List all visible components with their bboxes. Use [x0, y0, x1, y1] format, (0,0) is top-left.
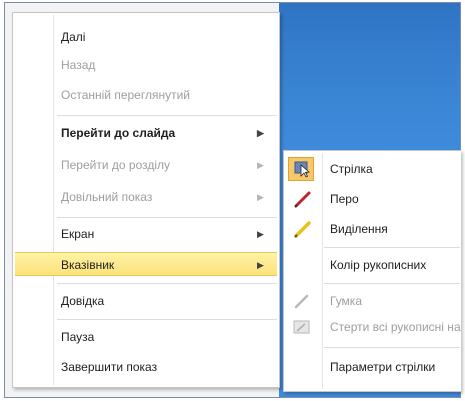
submenu-item-arrow-options[interactable]: Параметри стрілки [284, 355, 460, 379]
menu-item-help[interactable]: Довідка [13, 289, 279, 313]
pen-icon [294, 191, 311, 208]
menu-item-help-label: Довідка [61, 294, 105, 308]
menu-item-pointer-label: Вказівник [61, 258, 115, 272]
menu-separator [324, 347, 460, 348]
menu-item-previous[interactable]: Назад [13, 53, 279, 77]
menu-separator [57, 115, 277, 116]
chevron-right-icon: ▶ [257, 128, 264, 138]
pointer-submenu: Стрілка Перо Виділення Колір рукописних … [283, 150, 461, 392]
chevron-right-icon: ▶ [257, 192, 264, 202]
menu-item-previous-label: Назад [61, 58, 96, 72]
slide-background [279, 3, 460, 151]
menu-item-last-viewed[interactable]: Останній переглянутий [13, 83, 279, 107]
submenu-item-highlighter[interactable]: Виділення [284, 217, 460, 241]
submenu-item-ink-color[interactable]: Колір рукописних [284, 253, 460, 277]
chevron-right-icon: ▶ [257, 229, 264, 239]
submenu-item-erase-all-label: Стерти всі рукописні на [330, 320, 461, 334]
menu-separator [57, 319, 277, 320]
submenu-item-eraser[interactable]: Гумка [284, 289, 460, 313]
submenu-item-pen-label: Перо [330, 192, 359, 206]
submenu-item-eraser-label: Гумка [330, 294, 362, 308]
menu-item-pause[interactable]: Пауза [13, 325, 279, 349]
menu-item-custom-show[interactable]: Довільний показ ▶ [13, 185, 279, 209]
menu-item-go-to-slide[interactable]: Перейти до слайда ▶ [13, 121, 279, 145]
menu-item-custom-show-label: Довільний показ [61, 190, 153, 204]
menu-item-end-show[interactable]: Завершити показ [13, 355, 279, 379]
menu-separator [57, 283, 277, 284]
menu-item-go-to-section-label: Перейти до розділу [61, 158, 171, 172]
menu-item-go-to-section[interactable]: Перейти до розділу ▶ [13, 153, 279, 177]
submenu-item-highlighter-label: Виділення [330, 222, 388, 236]
submenu-item-ink-color-label: Колір рукописних [330, 258, 427, 272]
menu-item-next[interactable]: Далі [13, 25, 279, 49]
menu-item-pause-label: Пауза [61, 330, 95, 344]
highlighter-icon [294, 221, 311, 238]
menu-separator [324, 247, 460, 248]
submenu-item-arrow-options-label: Параметри стрілки [330, 360, 436, 374]
slideshow-context-menu: Далі Назад Останній переглянутий Перейти… [12, 12, 280, 388]
menu-item-go-to-slide-label: Перейти до слайда [61, 126, 176, 140]
arrow-pointer-icon [294, 161, 310, 178]
menu-item-pointer[interactable]: Вказівник ▶ [15, 252, 277, 276]
erase-all-icon [293, 320, 310, 334]
menu-item-last-viewed-label: Останній переглянутий [61, 88, 190, 102]
menu-item-screen-label: Екран [61, 227, 95, 241]
submenu-item-arrow-label: Стрілка [330, 162, 373, 176]
menu-item-screen[interactable]: Екран ▶ [13, 222, 279, 246]
submenu-item-arrow[interactable]: Стрілка [284, 157, 460, 181]
submenu-item-pen[interactable]: Перо [284, 187, 460, 211]
chevron-right-icon: ▶ [257, 160, 264, 170]
eraser-icon [294, 294, 309, 309]
menu-item-end-show-label: Завершити показ [61, 360, 158, 374]
submenu-item-erase-all[interactable]: Стерти всі рукописні на [284, 315, 461, 339]
menu-separator [57, 217, 277, 218]
menu-item-next-label: Далі [61, 30, 86, 44]
chevron-right-icon: ▶ [257, 260, 264, 270]
menu-separator [324, 283, 460, 284]
